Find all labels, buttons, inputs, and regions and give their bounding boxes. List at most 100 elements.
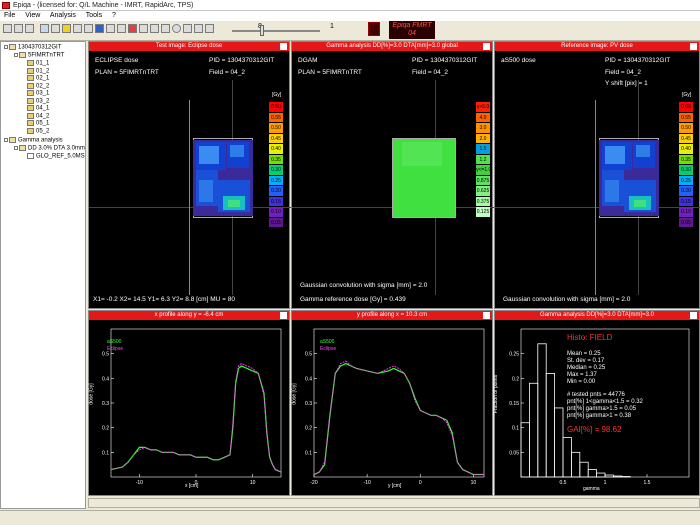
window-title-bar: Epiqa - (licensed for: Q/L Machine - IMR… <box>0 0 700 11</box>
histogram-bar <box>520 422 530 478</box>
plot-frame <box>313 328 485 478</box>
tool-icon[interactable] <box>95 24 104 33</box>
target-icon[interactable] <box>172 24 181 33</box>
tree-field-02_2[interactable]: 02_2 <box>27 82 49 90</box>
expand-icon[interactable] <box>14 146 18 150</box>
tree-gamma-group[interactable]: Gamma analysis <box>4 137 63 144</box>
tool-icon[interactable] <box>183 24 192 33</box>
tree-plan-label: 5FIMRTnTRT <box>28 52 65 59</box>
colorbar-label: 0.25 <box>269 175 283 186</box>
pnt-gamma-over-1.5: pnt[%] gamma>1.5 = 0.05 <box>567 406 637 412</box>
logo-text: Epiqa FMRT 04 <box>392 22 432 37</box>
menu-tools[interactable]: Tools <box>86 12 102 19</box>
panel-title: Gamma analysis DD[%]=3.0 DTA[mm]=3.0 glo… <box>326 43 458 49</box>
colorbar-label: 0.55 <box>269 112 283 123</box>
field-icon <box>27 90 34 96</box>
x-tick-label: 1 <box>604 480 607 486</box>
slider-thumb[interactable] <box>260 25 264 36</box>
tool-icon[interactable] <box>205 24 214 33</box>
y-tick-label: 0.2 <box>102 426 109 432</box>
x-profile-panel[interactable]: x profile along y = -6.4 cm aS500 Eclips… <box>88 310 290 496</box>
tool-icon[interactable] <box>150 24 159 33</box>
maximize-icon[interactable] <box>280 43 287 50</box>
maximize-icon[interactable] <box>280 312 287 319</box>
colorbar-label: 0.35 <box>679 154 693 165</box>
horizontal-scrollbar[interactable] <box>88 498 700 508</box>
expand-icon[interactable] <box>14 53 18 57</box>
histogram-bar <box>587 469 597 478</box>
stat-min: Min = 0.00 <box>567 379 596 385</box>
y-axis-label: dose [Gy] <box>291 383 298 405</box>
y-axis-label: dose [Gy] <box>88 383 95 405</box>
maximize-icon[interactable] <box>483 43 490 50</box>
colorbar-label: γ<=1.0 <box>476 165 491 176</box>
menu-help[interactable]: ? <box>112 12 116 19</box>
tree-field-02_1[interactable]: 02_1 <box>27 75 49 82</box>
image-icon[interactable] <box>40 24 49 33</box>
field-icon <box>27 60 34 66</box>
field-icon <box>27 75 34 81</box>
tree-field-03_2[interactable]: 03_2 <box>27 97 49 105</box>
menu-view[interactable]: View <box>25 12 40 19</box>
tool-icon[interactable] <box>161 24 170 33</box>
tree-plan[interactable]: 5FIMRTnTRT <box>14 52 64 59</box>
field-label: Field = 04_2 <box>209 69 245 76</box>
gamma-analysis-panel[interactable]: Gamma analysis DD[%]=3.0 DTA[mm]=3.0 glo… <box>291 41 494 309</box>
y-profile-panel[interactable]: y profile along x = 10.3 cm aS500 Eclips… <box>291 310 493 496</box>
tree-field-label: 04_2 <box>36 113 50 120</box>
tree-field-03_1[interactable]: 03_1 <box>27 90 49 97</box>
x-axis-label: gamma <box>583 486 600 492</box>
app-logo: Epiqa FMRT 04 <box>389 21 435 39</box>
tree-field-05_2[interactable]: 05_2 <box>27 127 49 135</box>
eclipse-dose-panel[interactable]: Test image: Eclipse dose ECLIPSE dose PI… <box>88 41 291 309</box>
open-icon[interactable] <box>3 24 12 33</box>
save-icon[interactable] <box>14 24 23 33</box>
pid-label: PID = 1304370312GIT <box>412 57 478 64</box>
folder-icon <box>19 145 26 151</box>
tree-gamma-sub[interactable]: GLO_REF_5.0MS <box>27 153 85 160</box>
menu-analysis[interactable]: Analysis <box>50 12 76 19</box>
patient-tree[interactable]: 1304370312GIT 5FIMRTnTRT 01_1 01_2 02_1 02_… <box>0 41 86 509</box>
tool-icon[interactable] <box>84 24 93 33</box>
tree-root-label: 1304370312GIT <box>18 44 62 51</box>
tree-field-05_1[interactable]: 05_1 <box>27 120 49 127</box>
tool-icon[interactable] <box>106 24 115 33</box>
tree-field-04_2[interactable]: 04_2 <box>27 112 50 120</box>
expand-icon[interactable] <box>4 138 8 142</box>
maximize-icon[interactable] <box>690 43 697 50</box>
menu-file[interactable]: File <box>4 12 15 19</box>
colorbar-label: 0.15 <box>269 196 283 207</box>
tree-root[interactable]: 1304370312GIT <box>4 44 61 51</box>
expand-icon[interactable] <box>4 45 8 49</box>
tool-icon[interactable] <box>51 24 60 33</box>
tool-icon[interactable] <box>139 24 148 33</box>
colorbar-label: 0.50 <box>269 123 283 134</box>
tool-icon[interactable] <box>117 24 126 33</box>
x-tick-label: 0.5 <box>560 480 567 486</box>
histogram-bar <box>571 451 581 478</box>
tool-icon[interactable] <box>73 24 82 33</box>
tool-icon[interactable] <box>128 24 137 33</box>
maximize-icon[interactable] <box>690 312 697 319</box>
fit-icon[interactable] <box>62 24 71 33</box>
tree-field-04_1[interactable]: 04_1 <box>27 105 49 112</box>
colorbar-label: 0.45 <box>679 133 693 144</box>
histogram-bar <box>596 472 606 478</box>
tree-field-01_1[interactable]: 01_1 <box>27 60 49 67</box>
field-icon <box>27 67 34 74</box>
gamma-histogram-panel[interactable]: Gamma analysis DD[%]=3.0 DTA[mm]=3.0 0.5… <box>493 310 700 496</box>
tool-icon[interactable] <box>194 24 203 33</box>
tree-field-01_2[interactable]: 01_2 <box>27 67 49 75</box>
histogram-bar <box>545 373 556 478</box>
gamma-colorbar: γ>5.0 4.0 3.0 2.0 1.5 1.2 γ<=1.0 0.875 0.625 0.37… <box>476 102 491 218</box>
image-name: DGAM <box>298 57 318 64</box>
y-tick-label: 0.05 <box>509 450 519 456</box>
record-icon[interactable] <box>368 22 380 36</box>
zoom-slider[interactable] <box>232 25 320 36</box>
print-icon[interactable] <box>25 24 34 33</box>
jaw-line <box>189 100 190 295</box>
tree-gamma-item[interactable]: DD 3.0% DTA 3.0mm <box>14 145 85 152</box>
portal-dose-panel[interactable]: Reference image: PV dose aS500 dose PID … <box>494 41 700 309</box>
maximize-icon[interactable] <box>483 312 490 319</box>
panel-title-bar: Gamma analysis DD[%]=3.0 DTA[mm]=3.0 <box>495 311 699 320</box>
